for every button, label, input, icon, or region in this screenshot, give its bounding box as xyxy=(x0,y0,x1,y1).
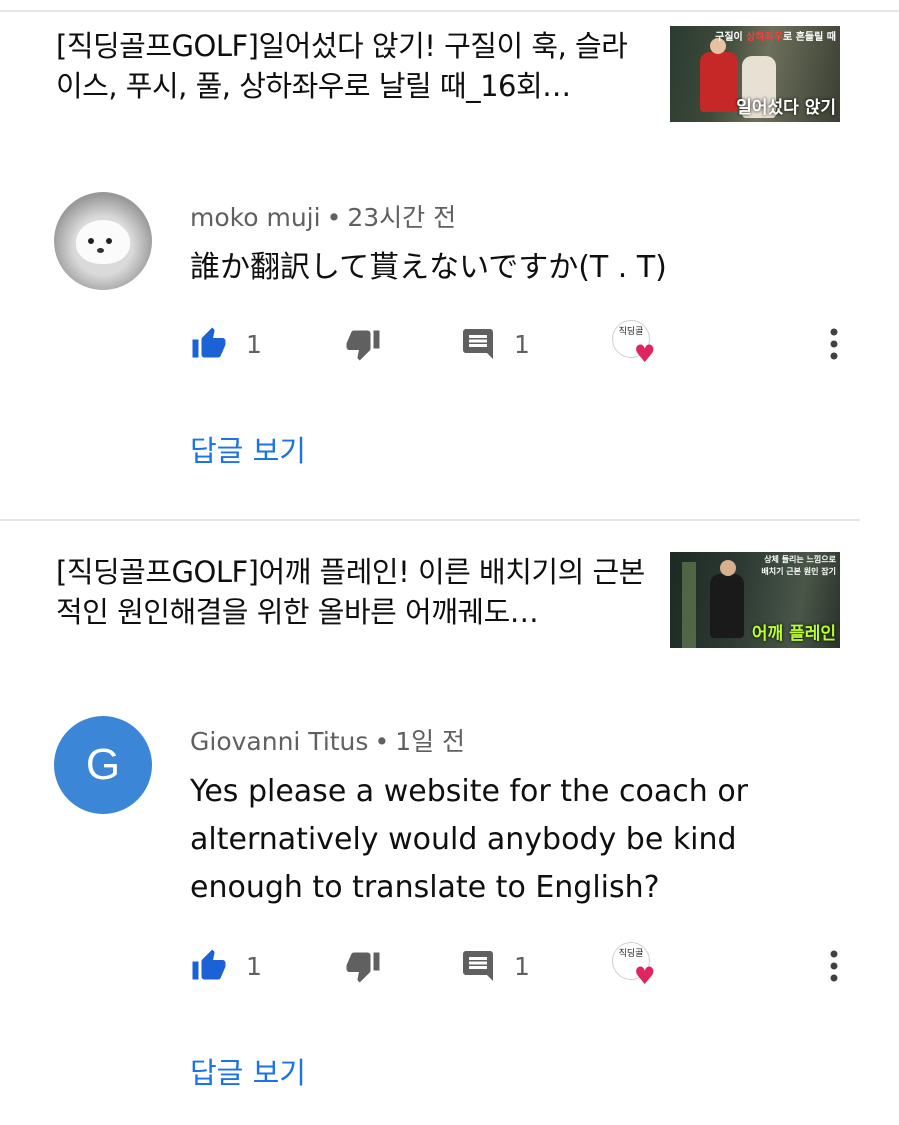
reply-count: 1 xyxy=(514,329,530,359)
comment-author[interactable]: Giovanni Titus xyxy=(190,727,368,756)
heart-icon: ♥ xyxy=(634,962,656,990)
comment-meta: moko muji • 23시간 전 xyxy=(190,203,457,232)
video-title[interactable]: [직딩골프GOLF]어깨 플레인! 이른 배치기의 근본적인 원인해결을 위한 … xyxy=(56,552,646,648)
section-divider xyxy=(0,519,860,521)
thumbs-down-icon xyxy=(346,952,380,983)
top-divider xyxy=(0,10,899,12)
creator-heart: 직딩골 ♥ xyxy=(612,320,664,372)
reply-button[interactable]: 1 xyxy=(460,326,530,362)
reply-button[interactable]: 1 xyxy=(460,948,530,984)
thumbs-up-icon xyxy=(192,327,226,358)
thumbs-down-icon xyxy=(346,330,380,361)
reply-count: 1 xyxy=(514,951,530,981)
like-count: 1 xyxy=(246,951,262,981)
avatar[interactable]: G xyxy=(54,716,152,814)
more-options-button[interactable] xyxy=(828,326,840,362)
comment-time: 23시간 전 xyxy=(347,203,457,232)
comment-time: 1일 전 xyxy=(395,727,466,756)
avatar[interactable] xyxy=(54,192,152,290)
video-title[interactable]: [직딩골프GOLF]일어섰다 앉기! 구질이 훅, 슬라이스, 푸시, 풀, 상… xyxy=(56,26,646,122)
video-thumbnail[interactable]: 구질이 상하좌우로 흔들릴 때 일어섰다 앉기 xyxy=(670,26,840,122)
comment-actions: 1 1 직딩골 ♥ xyxy=(190,320,850,366)
dislike-button[interactable] xyxy=(344,948,382,984)
heart-icon: ♥ xyxy=(634,340,656,368)
video-row[interactable]: [직딩골프GOLF]일어섰다 앉기! 구질이 훅, 슬라이스, 푸시, 풀, 상… xyxy=(56,26,840,122)
view-replies-link[interactable]: 답글 보기 xyxy=(190,428,306,470)
more-options-button[interactable] xyxy=(828,948,840,984)
comment-actions: 1 1 직딩골 ♥ xyxy=(190,942,850,988)
thumbs-up-icon xyxy=(192,949,226,980)
comment-text: 誰か翻訳して貰えないですか(T . T) xyxy=(190,250,667,285)
like-count: 1 xyxy=(246,329,262,359)
like-button[interactable]: 1 xyxy=(190,948,262,984)
thumbnail-caption: 어깨 플레인 xyxy=(751,624,836,644)
comment-text: Yes please a website for the coach or al… xyxy=(190,774,749,905)
comment-icon xyxy=(463,951,493,981)
more-vert-icon xyxy=(830,328,838,360)
video-thumbnail[interactable]: 상체 들리는 느낌으로 배치기 근본 원인 잡기 어깨 플레인 xyxy=(670,552,840,648)
creator-heart: 직딩골 ♥ xyxy=(612,942,664,994)
comment-icon xyxy=(463,329,493,359)
like-button[interactable]: 1 xyxy=(190,326,262,362)
comment-author[interactable]: moko muji xyxy=(190,203,321,232)
view-replies-link[interactable]: 답글 보기 xyxy=(190,1050,306,1092)
comment-meta: Giovanni Titus • 1일 전 xyxy=(190,727,466,756)
video-row[interactable]: [직딩골프GOLF]어깨 플레인! 이른 배치기의 근본적인 원인해결을 위한 … xyxy=(56,552,840,648)
dislike-button[interactable] xyxy=(344,326,382,362)
more-vert-icon xyxy=(830,950,838,982)
thumbnail-caption: 일어섰다 앉기 xyxy=(736,98,836,118)
